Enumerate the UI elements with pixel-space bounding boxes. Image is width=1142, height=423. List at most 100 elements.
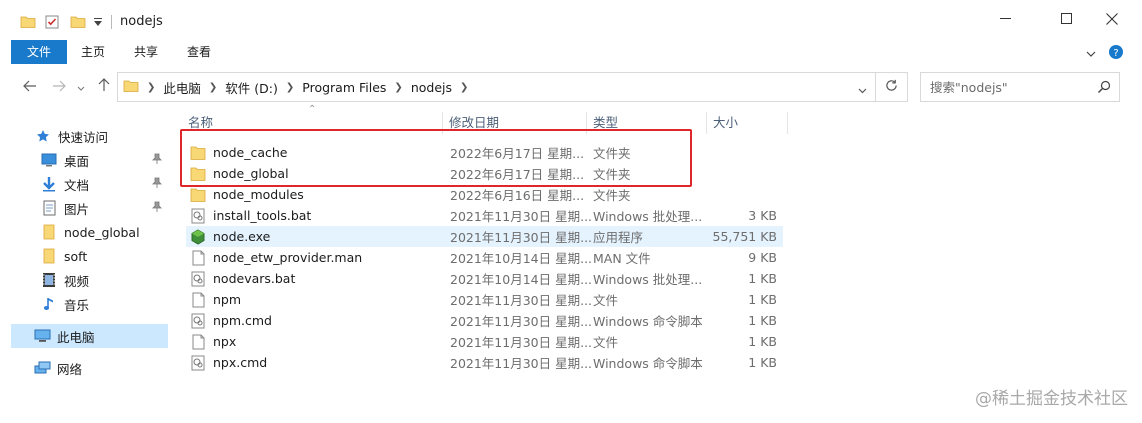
- recent-locations-button[interactable]: [74, 77, 88, 97]
- file-date: 2021年11月30日 星期...: [450, 335, 593, 350]
- file-row[interactable]: npx.cmd 2021年11月30日 星期... Windows 命令脚本 1 KB: [186, 352, 783, 373]
- column-divider[interactable]: [787, 112, 788, 134]
- file-type: 应用程序: [593, 230, 644, 245]
- tab-file[interactable]: 文件: [11, 40, 67, 64]
- file-name-cell: npm: [190, 292, 241, 308]
- file-row[interactable]: node_modules 2022年6月16日 星期... 文件夹: [186, 184, 783, 205]
- nav-item-documents[interactable]: 文档: [40, 172, 168, 196]
- help-icon[interactable]: ?: [1108, 44, 1124, 63]
- star-icon: [34, 127, 52, 145]
- file-row[interactable]: install_tools.bat 2021年11月30日 星期... Window…: [186, 205, 783, 226]
- file-type: 文件: [593, 293, 619, 308]
- svg-text:?: ?: [1113, 48, 1118, 59]
- chevron-down-icon: [77, 78, 85, 96]
- file-type: MAN 文件: [593, 251, 651, 266]
- nav-item-pictures[interactable]: 图片: [40, 196, 168, 220]
- breadcrumb-nodejs[interactable]: nodejs: [411, 80, 452, 95]
- ribbon: 文件 主页 共享 查看 ?: [0, 40, 1142, 64]
- breadcrumb-program-files[interactable]: Program Files: [302, 80, 386, 95]
- file-date: 2021年10月14日 星期...: [450, 272, 593, 287]
- back-button[interactable]: [20, 77, 40, 97]
- customize-toolbar-dropdown-icon[interactable]: [93, 12, 103, 32]
- chevron-right-icon[interactable]: ❯: [460, 82, 468, 93]
- address-bar[interactable]: ❯ 此电脑 ❯ 软件 (D:) ❯ Program Files ❯ nodejs…: [117, 72, 876, 102]
- nav-item-music[interactable]: 音乐: [40, 292, 168, 316]
- file-type: 文件: [593, 335, 619, 350]
- chevron-right-icon[interactable]: ❯: [209, 82, 217, 93]
- arrow-up-icon: [98, 78, 110, 96]
- address-history-dropdown-icon[interactable]: [858, 83, 867, 97]
- chevron-right-icon[interactable]: ❯: [394, 82, 402, 93]
- file-date: 2021年11月30日 星期...: [450, 230, 593, 245]
- search-box[interactable]: [920, 72, 1120, 102]
- properties-icon[interactable]: [44, 12, 60, 32]
- folder-icon[interactable]: [20, 12, 36, 32]
- breadcrumb-drive-d[interactable]: 软件 (D:): [225, 78, 278, 97]
- file-row[interactable]: npm.cmd 2021年11月30日 星期... Windows 命令脚本 1 KB: [186, 310, 783, 331]
- download-arrow-icon: [40, 175, 58, 193]
- tab-share[interactable]: 共享: [125, 40, 167, 64]
- tab-home[interactable]: 主页: [72, 40, 114, 64]
- nav-item-videos[interactable]: 视频: [40, 268, 168, 292]
- file-name: node_etw_provider.man: [213, 250, 363, 265]
- file-size: 1 KB: [748, 292, 777, 307]
- refresh-button[interactable]: [876, 72, 908, 102]
- chevron-right-icon[interactable]: ❯: [286, 82, 294, 93]
- expand-ribbon-icon[interactable]: [1086, 47, 1096, 61]
- folder-icon: [190, 187, 206, 203]
- nav-network[interactable]: 网络: [33, 356, 168, 380]
- file-row[interactable]: node_etw_provider.man 2021年10月14日 星期... MA…: [186, 247, 783, 268]
- nav-label: 此电脑: [57, 329, 95, 345]
- arrow-right-icon: [52, 78, 66, 96]
- nav-label: 视频: [64, 273, 90, 289]
- pin-icon[interactable]: [152, 201, 162, 216]
- refresh-icon: [885, 79, 898, 96]
- pin-icon[interactable]: [152, 177, 162, 192]
- file-name-cell: npx.cmd: [190, 355, 267, 371]
- nav-label: 文档: [64, 177, 90, 193]
- search-icon[interactable]: [1097, 80, 1111, 97]
- file-size: 1 KB: [748, 271, 777, 286]
- maximize-icon: [1060, 13, 1072, 27]
- new-folder-icon[interactable]: [70, 12, 86, 32]
- file-name-cell: node_etw_provider.man: [190, 250, 362, 266]
- file-size: 9 KB: [748, 250, 777, 265]
- maximize-button[interactable]: [1043, 0, 1089, 40]
- file-size: 3 KB: [748, 208, 777, 223]
- tab-view[interactable]: 查看: [178, 40, 220, 64]
- file-date: 2021年10月14日 星期...: [450, 251, 593, 266]
- file-name-cell: node_modules: [190, 187, 304, 203]
- nav-item-soft[interactable]: soft: [40, 244, 168, 268]
- network-icon: [33, 359, 51, 377]
- node-exe-icon: [190, 228, 206, 245]
- minimize-icon: [999, 13, 1011, 27]
- nav-this-pc[interactable]: 此电脑: [11, 324, 168, 348]
- forward-button[interactable]: [49, 77, 69, 97]
- file-row[interactable]: nodevars.bat 2021年10月14日 星期... Windows 批处理…: [186, 268, 783, 289]
- nav-quick-access[interactable]: 快速访问: [34, 124, 168, 148]
- nav-item-node-global[interactable]: node_global: [40, 220, 168, 244]
- file-name: node.exe: [213, 229, 271, 244]
- nav-label: node_global: [64, 224, 140, 240]
- pin-icon[interactable]: [152, 153, 162, 168]
- minimize-button[interactable]: [982, 0, 1028, 40]
- chevron-right-icon[interactable]: ❯: [147, 82, 155, 93]
- file-size: 1 KB: [748, 355, 777, 370]
- file-size: 55,751 KB: [712, 229, 777, 244]
- file-name: npm.cmd: [213, 313, 272, 328]
- batch-file-icon: [190, 271, 206, 287]
- file-row[interactable]: node.exe 2021年11月30日 星期... 应用程序 55,751 KB: [186, 226, 783, 247]
- file-row[interactable]: npm 2021年11月30日 星期... 文件 1 KB: [186, 289, 783, 310]
- file-row[interactable]: npx 2021年11月30日 星期... 文件 1 KB: [186, 331, 783, 352]
- close-button[interactable]: [1089, 0, 1135, 40]
- folder-icon: [40, 247, 58, 265]
- search-input[interactable]: [930, 79, 1090, 95]
- arrow-left-icon: [23, 78, 37, 96]
- up-button[interactable]: [94, 77, 114, 97]
- column-header-size[interactable]: 大小: [707, 112, 787, 134]
- breadcrumb-this-pc[interactable]: 此电脑: [163, 78, 201, 97]
- nav-label: 桌面: [64, 153, 90, 169]
- file-name: node_modules: [213, 187, 304, 202]
- nav-item-desktop[interactable]: 桌面: [40, 148, 168, 172]
- file-size: 1 KB: [748, 313, 777, 328]
